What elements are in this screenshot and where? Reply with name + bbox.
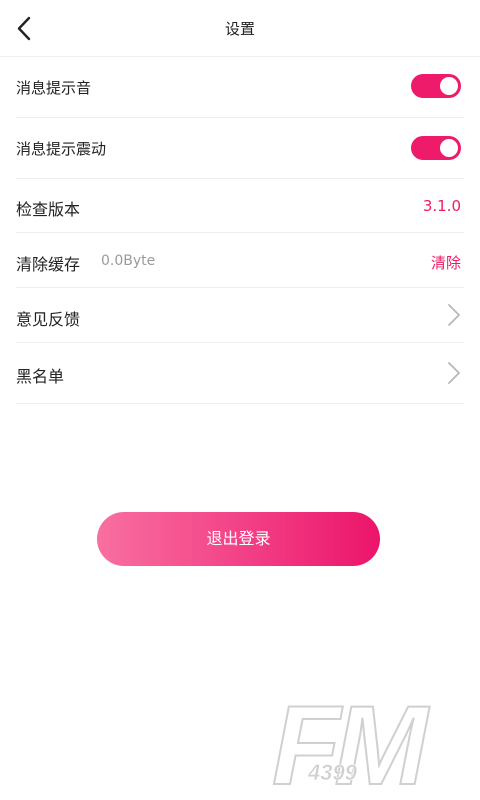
chevron-right-icon — [446, 360, 462, 386]
clear-cache-label: 清除缓存 — [16, 255, 81, 274]
setting-row-message-vibrate: 消息提示震动 — [16, 117, 464, 179]
page-title: 设置 — [224, 20, 255, 38]
header-bar: 设置 — [0, 0, 480, 57]
chevron-right-icon — [446, 302, 462, 328]
blacklist-label: 黑名单 — [16, 367, 65, 386]
setting-row-check-version[interactable]: 检查版本 3.1.0 — [16, 178, 464, 233]
message-vibrate-label: 消息提示震动 — [16, 140, 107, 158]
toggle-knob — [440, 77, 458, 95]
message-sound-label: 消息提示音 — [16, 79, 92, 97]
message-sound-toggle[interactable] — [411, 74, 461, 98]
setting-row-clear-cache: 清除缓存 0.0Byte 清除 — [16, 232, 464, 288]
cache-size-value: 0.0Byte — [101, 253, 156, 269]
setting-row-feedback[interactable]: 意见反馈 — [16, 287, 464, 343]
clear-cache-button[interactable]: 清除 — [431, 252, 461, 273]
watermark-number-text: 4399 — [307, 760, 358, 785]
logout-button[interactable]: 退出登录 — [97, 512, 380, 566]
check-version-label: 检查版本 — [16, 200, 81, 219]
feedback-label: 意见反馈 — [16, 310, 81, 329]
version-value: 3.1.0 — [422, 197, 461, 215]
fm4399-watermark-logo: FM 4399 — [268, 684, 448, 796]
setting-row-message-sound: 消息提示音 — [16, 56, 464, 118]
message-vibrate-toggle[interactable] — [411, 136, 461, 160]
toggle-knob — [440, 139, 458, 157]
setting-row-blacklist[interactable]: 黑名单 — [16, 342, 464, 404]
